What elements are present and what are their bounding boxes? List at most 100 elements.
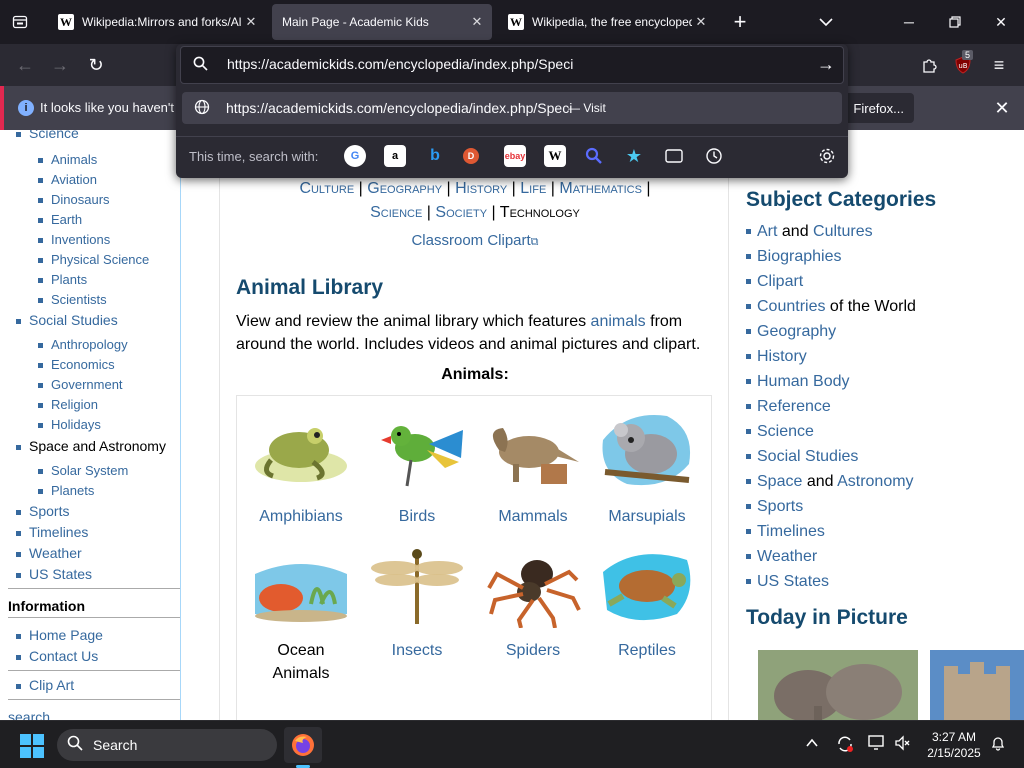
url-input[interactable] <box>227 56 787 72</box>
nav-item-science[interactable]: Science <box>16 130 79 141</box>
animal-card-mammals[interactable]: Mammals <box>475 410 591 528</box>
category-link-mathematics[interactable]: Mathematics <box>559 180 642 197</box>
animal-card-spiders[interactable]: Spiders <box>475 544 591 662</box>
nav-item-physical-science[interactable]: Physical Science <box>38 252 149 267</box>
subject-weather[interactable]: Weather <box>746 548 817 566</box>
nav-item-clip-art[interactable]: Clip Art <box>16 677 74 693</box>
nav-item-inventions[interactable]: Inventions <box>38 232 110 247</box>
subject-human-body[interactable]: Human Body <box>746 373 850 391</box>
category-link-history[interactable]: History <box>455 180 507 197</box>
tab-wikipedia-main[interactable]: W Wikipedia, the free encyclopedi ✕ <box>498 4 716 40</box>
wikipedia-icon[interactable]: W <box>544 145 566 167</box>
nav-item-social-studies[interactable]: Social Studies <box>16 312 118 328</box>
history-icon[interactable] <box>703 145 725 167</box>
tab-manager-button[interactable] <box>0 0 40 44</box>
reload-button[interactable]: ↻ <box>79 48 113 82</box>
taskbar-clock[interactable]: 3:27 AM 2/15/2025 <box>920 729 988 761</box>
countries-link[interactable]: Countries <box>757 298 825 315</box>
app-menu-button[interactable]: ≡ <box>982 48 1016 82</box>
nav-item-weather[interactable]: Weather <box>16 545 82 561</box>
elephants-photo[interactable] <box>758 650 918 720</box>
back-button[interactable]: ← <box>8 48 42 82</box>
space-link[interactable]: Space <box>757 473 802 490</box>
close-icon[interactable]: ✕ <box>692 13 710 31</box>
astronomy-link[interactable]: Astronomy <box>837 473 913 490</box>
nav-item-earth[interactable]: Earth <box>38 212 82 227</box>
tabs-icon[interactable] <box>663 145 685 167</box>
new-tab-button[interactable]: + <box>722 4 758 40</box>
search-settings-gear-icon[interactable] <box>816 145 838 167</box>
close-icon[interactable]: ✕ <box>242 13 260 31</box>
nav-item-solar-system[interactable]: Solar System <box>38 463 128 478</box>
url-suggestion-row[interactable]: https://academickids.com/encyclopedia/in… <box>182 92 842 124</box>
chevron-up-icon[interactable] <box>806 735 818 751</box>
google-icon[interactable]: G <box>344 145 366 167</box>
network-icon[interactable] <box>868 735 886 754</box>
animal-card-amphibians[interactable]: Amphibians <box>243 410 359 528</box>
nav-item-scientists[interactable]: Scientists <box>38 292 107 307</box>
subject-timelines[interactable]: Timelines <box>746 523 825 541</box>
nav-item-anthropology[interactable]: Anthropology <box>38 337 128 352</box>
sync-icon[interactable] <box>836 735 854 756</box>
subject-clipart[interactable]: Clipart <box>746 273 803 291</box>
nav-item-religion[interactable]: Religion <box>38 397 98 412</box>
nav-item-holidays[interactable]: Holidays <box>38 417 101 432</box>
nav-item-contact-us[interactable]: Contact Us <box>16 648 98 664</box>
bookmarks-icon[interactable]: ★ <box>623 145 645 167</box>
category-link-science[interactable]: Science <box>370 204 422 221</box>
nav-item-sports[interactable]: Sports <box>16 503 69 519</box>
forward-button[interactable]: → <box>43 48 77 82</box>
animal-card-birds[interactable]: Birds <box>359 410 475 528</box>
classroom-clipart-link[interactable]: Classroom Clipart⧉ <box>220 232 730 249</box>
category-link-technology[interactable]: Technology <box>500 204 580 221</box>
nav-item-animals[interactable]: Animals <box>38 152 97 167</box>
ebay-icon[interactable]: ebay <box>504 145 526 167</box>
category-link-life[interactable]: Life <box>520 180 546 197</box>
castle-photo[interactable] <box>930 650 1024 720</box>
minimize-button[interactable]: ─ <box>886 0 932 44</box>
duckduckgo-icon[interactable]: D <box>463 148 479 164</box>
volume-muted-icon[interactable] <box>894 735 910 754</box>
start-button[interactable] <box>20 734 44 758</box>
nav-item-planets[interactable]: Planets <box>38 483 94 498</box>
art-link[interactable]: Art <box>757 223 777 240</box>
extensions-button[interactable] <box>912 48 946 82</box>
tab-academic-kids[interactable]: Main Page - Academic Kids ✕ <box>272 4 492 40</box>
nav-item-us-states[interactable]: US States <box>16 566 92 582</box>
taskbar-search-box[interactable]: Search <box>57 729 277 761</box>
animal-card-marsupials[interactable]: Marsupials <box>589 410 705 528</box>
animal-card-ocean-animals[interactable]: Ocean Animals <box>243 544 359 685</box>
amazon-icon[interactable]: a <box>384 145 406 167</box>
nav-item-plants[interactable]: Plants <box>38 272 87 287</box>
restore-button[interactable] <box>932 0 978 44</box>
category-link-society[interactable]: Society <box>435 204 487 221</box>
animal-card-reptiles[interactable]: Reptiles <box>589 544 705 662</box>
subject-sports[interactable]: Sports <box>746 498 803 516</box>
nav-item-dinosaurs[interactable]: Dinosaurs <box>38 192 110 207</box>
nav-item-space-astronomy[interactable]: Space and Astronomy <box>16 438 166 454</box>
subject-science[interactable]: Science <box>746 423 814 441</box>
cultures-link[interactable]: Cultures <box>813 223 873 240</box>
subject-biographies[interactable]: Biographies <box>746 248 842 266</box>
nav-item-aviation[interactable]: Aviation <box>38 172 97 187</box>
search-engine-icon[interactable] <box>583 145 605 167</box>
subject-history[interactable]: History <box>746 348 807 366</box>
category-link-culture[interactable]: Culture <box>299 180 354 197</box>
nav-item-timelines[interactable]: Timelines <box>16 524 88 540</box>
nav-item-economics[interactable]: Economics <box>38 357 115 372</box>
bing-icon[interactable]: b <box>424 145 446 167</box>
subject-social-studies[interactable]: Social Studies <box>746 448 858 466</box>
tab-wikipedia-mirrors[interactable]: W Wikipedia:Mirrors and forks/All ✕ <box>48 4 266 40</box>
go-arrow-icon[interactable]: → <box>817 54 835 75</box>
close-icon[interactable]: ✕ <box>468 13 486 31</box>
list-all-tabs-button[interactable] <box>808 4 844 40</box>
subject-reference[interactable]: Reference <box>746 398 831 416</box>
notifications-bell-icon[interactable] <box>990 735 1006 754</box>
nav-item-home-page[interactable]: Home Page <box>16 627 103 643</box>
animal-card-insects[interactable]: Insects <box>359 544 475 662</box>
close-window-button[interactable]: ✕ <box>978 0 1024 44</box>
animals-link[interactable]: animals <box>591 313 646 330</box>
firefox-taskbar-button[interactable] <box>284 727 322 763</box>
nav-item-government[interactable]: Government <box>38 377 123 392</box>
subject-geography[interactable]: Geography <box>746 323 836 341</box>
